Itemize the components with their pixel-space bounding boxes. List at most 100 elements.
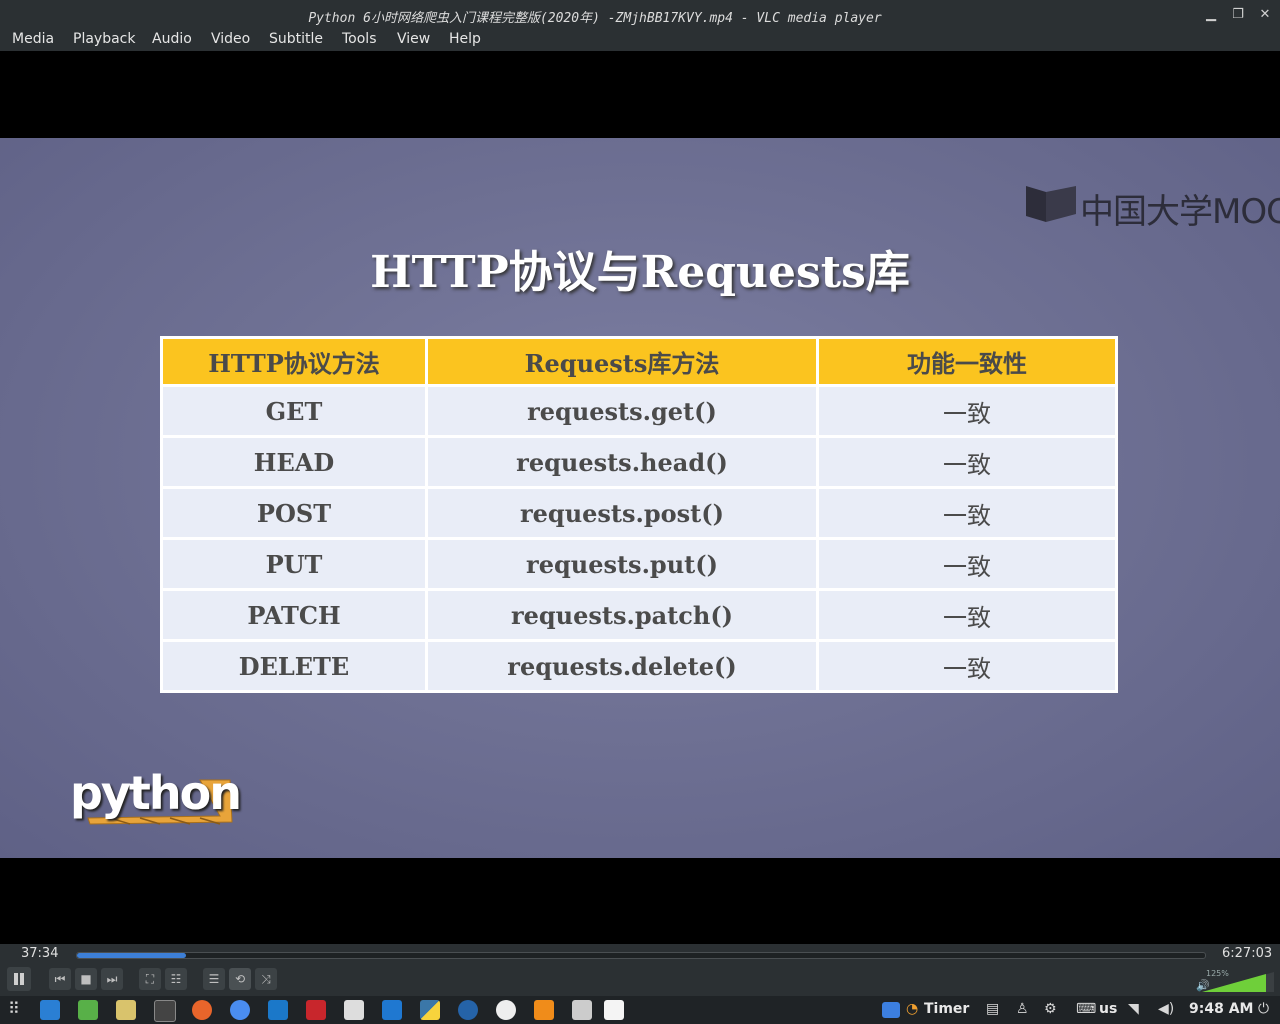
menu-view[interactable]: View <box>397 31 430 47</box>
minimize-icon[interactable]: ▁ <box>1200 5 1222 25</box>
table-cell: requests.post() <box>428 489 816 537</box>
menu-help[interactable]: Help <box>449 31 481 47</box>
loop-icon: ⟲ <box>234 972 246 986</box>
stop-button[interactable]: ■ <box>75 968 97 990</box>
restore-icon[interactable]: ❐ <box>1227 5 1249 25</box>
table-cell: PATCH <box>163 591 425 639</box>
table-row: POST requests.post() 一致 <box>163 489 1115 537</box>
table-cell: 一致 <box>819 642 1115 690</box>
table-cell: requests.get() <box>428 387 816 435</box>
next-icon: ⏭ <box>106 972 118 986</box>
shuffle-icon: ⤨ <box>261 972 271 986</box>
timer-icon[interactable]: ◔ <box>906 1001 918 1017</box>
menu-video[interactable]: Video <box>211 31 250 47</box>
stop-icon: ■ <box>80 972 92 986</box>
table-cell: 一致 <box>819 489 1115 537</box>
headphones-icon[interactable] <box>268 1000 288 1020</box>
pause-icon <box>14 973 24 985</box>
mu-editor-icon[interactable] <box>458 1000 478 1020</box>
table-cell: requests.patch() <box>428 591 816 639</box>
keyboard-icon[interactable]: ⌨ <box>1076 1001 1096 1017</box>
menu-bar: Media Playback Audio Video Subtitle Tool… <box>0 30 1280 51</box>
python-icon[interactable] <box>420 1000 440 1020</box>
total-time: 6:27:03 <box>1222 946 1273 961</box>
extended-settings-button[interactable]: ☷ <box>165 968 187 990</box>
table-cell: DELETE <box>163 642 425 690</box>
previous-button[interactable]: ⏮ <box>49 968 71 990</box>
table-cell: requests.delete() <box>428 642 816 690</box>
chromium-icon[interactable] <box>230 1000 250 1020</box>
volume-icon[interactable]: ◀) <box>1158 1001 1174 1017</box>
next-button[interactable]: ⏭ <box>101 968 123 990</box>
menu-playback[interactable]: Playback <box>73 31 135 47</box>
title-bar: Python 6小时网络爬虫入门课程完整版(2020年) -ZMjhBB17KV… <box>0 0 1280 30</box>
playlist-icon: ☰ <box>208 972 220 986</box>
fullscreen-icon: ⛶ <box>145 972 155 986</box>
table-cell: HEAD <box>163 438 425 486</box>
pause-button[interactable] <box>7 967 31 991</box>
files-icon[interactable] <box>78 1000 98 1020</box>
terminal-icon[interactable] <box>154 1000 176 1022</box>
window-title: Python 6小时网络爬虫入门课程完整版(2020年) -ZMjhBB17KV… <box>308 11 882 26</box>
table-header-row: HTTP协议方法 Requests库方法 功能一致性 <box>163 339 1115 384</box>
volume-slider[interactable]: 🔊 <box>1196 970 1276 992</box>
table-cell: requests.put() <box>428 540 816 588</box>
playback-controls: 37:34 6:27:03 ⏮ ■ ⏭ ⛶ ☷ ☰ ⟲ ⤨ 125% 🔊 <box>0 944 1280 996</box>
table-row: GET requests.get() 一致 <box>163 387 1115 435</box>
text-editor-icon[interactable] <box>344 1000 364 1020</box>
table-cell: requests.head() <box>428 438 816 486</box>
table-cell: 一致 <box>819 540 1115 588</box>
keyboard-layout[interactable]: us <box>1099 1001 1117 1017</box>
table-row: PUT requests.put() 一致 <box>163 540 1115 588</box>
clock[interactable]: 9:48 AM <box>1189 1001 1253 1017</box>
table-row: PATCH requests.patch() 一致 <box>163 591 1115 639</box>
recorder-icon[interactable] <box>306 1000 326 1020</box>
vscode-icon[interactable] <box>382 1000 402 1020</box>
mooc-book-icon <box>1026 186 1076 222</box>
video-area[interactable]: 中国大学MOOC HTTP协议与Requests库 HTTP协议方法 Reque… <box>0 51 1280 944</box>
elapsed-time: 37:34 <box>21 946 59 961</box>
table-header: Requests库方法 <box>428 339 816 384</box>
firefox-icon[interactable] <box>192 1000 212 1020</box>
menu-subtitle[interactable]: Subtitle <box>269 31 323 47</box>
equalizer-icon: ☷ <box>170 972 182 986</box>
slide-title: HTTP协议与Requests库 <box>370 247 910 298</box>
vlc-icon[interactable] <box>534 1000 554 1020</box>
menu-media[interactable]: Media <box>12 31 54 47</box>
fullscreen-button[interactable]: ⛶ <box>139 968 161 990</box>
file-manager-icon[interactable] <box>116 1000 136 1020</box>
table-cell: PUT <box>163 540 425 588</box>
app-grid-icon[interactable]: ⠿ <box>8 999 20 1018</box>
table-header: 功能一致性 <box>819 339 1115 384</box>
timer-label[interactable]: Timer <box>924 1001 969 1017</box>
power-icon[interactable]: ⏻ <box>1258 1001 1269 1017</box>
close-icon[interactable]: ✕ <box>1254 5 1276 25</box>
user-icon[interactable]: ♙ <box>1016 1001 1029 1017</box>
steam-icon[interactable]: ⚙ <box>1044 1001 1057 1017</box>
loop-button[interactable]: ⟲ <box>229 968 251 990</box>
taskbar: ⠿ ◔ Timer ▤ ♙ ⚙ ⌨ us ◥ ◀) 9:48 AM ⏻ <box>0 996 1280 1024</box>
table-row: DELETE requests.delete() 一致 <box>163 642 1115 690</box>
table-cell: 一致 <box>819 387 1115 435</box>
document-viewer-icon[interactable] <box>604 1000 624 1020</box>
table-cell: POST <box>163 489 425 537</box>
playlist-button[interactable]: ☰ <box>203 968 225 990</box>
task-icon[interactable] <box>496 1000 516 1020</box>
display-icon[interactable]: ▤ <box>986 1001 999 1017</box>
video-frame: 中国大学MOOC HTTP协议与Requests库 HTTP协议方法 Reque… <box>0 138 1280 858</box>
methods-table: HTTP协议方法 Requests库方法 功能一致性 GET requests.… <box>160 336 1118 693</box>
menu-tools[interactable]: Tools <box>342 31 377 47</box>
menu-audio[interactable]: Audio <box>152 31 192 47</box>
speaker-icon: 🔊 <box>1196 978 1210 992</box>
app-launcher-icon[interactable] <box>40 1000 60 1020</box>
table-cell: GET <box>163 387 425 435</box>
shuffle-button[interactable]: ⤨ <box>255 968 277 990</box>
seek-bar[interactable] <box>76 952 1206 959</box>
mooc-text: 中国大学MOOC <box>1080 192 1280 232</box>
table-header: HTTP协议方法 <box>163 339 425 384</box>
wifi-icon[interactable]: ◥ <box>1128 1001 1139 1017</box>
settings-icon[interactable] <box>572 1000 592 1020</box>
table-row: HEAD requests.head() 一致 <box>163 438 1115 486</box>
seek-progress <box>77 953 187 958</box>
window-icon[interactable] <box>882 1002 900 1018</box>
